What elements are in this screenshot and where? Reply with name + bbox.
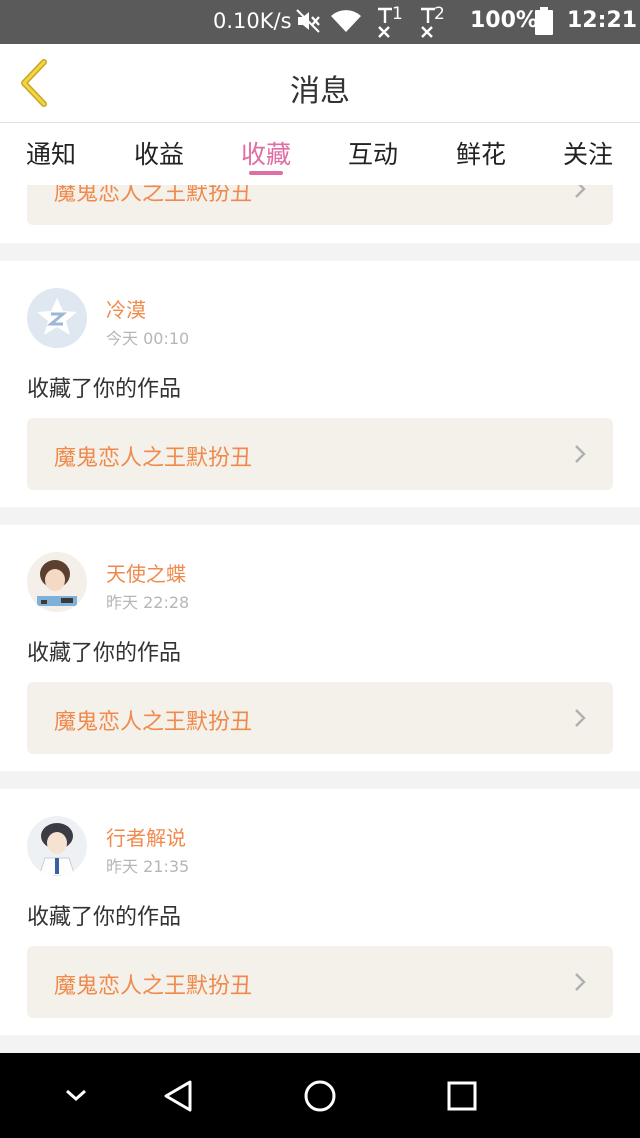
tab-flowers[interactable]: 鲜花 bbox=[436, 135, 526, 171]
work-link[interactable]: 魔鬼恋人之王默扮丑 bbox=[27, 418, 613, 490]
nav-home-icon[interactable] bbox=[302, 1078, 338, 1114]
avatar[interactable] bbox=[27, 816, 87, 876]
wifi-icon bbox=[331, 10, 361, 33]
work-title: 魔鬼恋人之王默扮丑 bbox=[54, 185, 253, 206]
avatar-image bbox=[27, 552, 87, 612]
battery-percent: 100% bbox=[470, 8, 538, 33]
work-link[interactable]: 魔鬼恋人之王默扮丑 bbox=[27, 185, 613, 225]
user-name[interactable]: 天使之蝶 bbox=[106, 558, 186, 587]
message-time: 今天 00:10 bbox=[106, 329, 190, 348]
avatar-image bbox=[27, 816, 87, 876]
message-card: 行者解说 昨天 21:35 收藏了你的作品 魔鬼恋人之王默扮丑 bbox=[0, 789, 640, 1035]
nav-collapse-icon[interactable] bbox=[64, 1087, 88, 1103]
message-text: 收藏了你的作品 bbox=[27, 905, 182, 930]
system-nav-bar bbox=[0, 1053, 640, 1138]
status-bar: 0.10K/s 1 2 100% 12:21 bbox=[0, 0, 640, 44]
message-card: 天使之蝶 昨天 22:28 收藏了你的作品 魔鬼恋人之王默扮丑 bbox=[0, 525, 640, 771]
nav-back-icon[interactable] bbox=[160, 1078, 196, 1114]
message-time: 昨天 21:35 bbox=[106, 857, 190, 876]
tab-follow[interactable]: 关注 bbox=[543, 135, 633, 171]
chevron-right-icon bbox=[575, 973, 586, 991]
tab-favorites[interactable]: 收藏 bbox=[221, 135, 311, 171]
nav-recents-icon[interactable] bbox=[446, 1080, 478, 1112]
mute-icon bbox=[296, 9, 320, 33]
message-card: 冷漠 今天 00:10 收藏了你的作品 魔鬼恋人之王默扮丑 bbox=[0, 261, 640, 507]
sim2-label: 2 bbox=[434, 4, 445, 24]
message-time: 昨天 22:28 bbox=[106, 593, 190, 612]
user-name[interactable]: 冷漠 bbox=[106, 294, 146, 323]
app-header: 消息 bbox=[0, 44, 640, 123]
tab-earnings[interactable]: 收益 bbox=[114, 135, 204, 171]
battery-icon bbox=[535, 7, 553, 35]
tab-interaction[interactable]: 互动 bbox=[328, 135, 418, 171]
net-speed: 0.10K/s bbox=[213, 9, 292, 33]
chevron-right-icon bbox=[575, 185, 586, 198]
default-avatar-icon bbox=[27, 288, 87, 348]
page-title: 消息 bbox=[290, 74, 350, 109]
active-tab-indicator bbox=[249, 171, 283, 175]
status-time: 12:21 bbox=[567, 8, 638, 33]
tab-bar: 通知 收益 收藏 互动 鲜花 关注 bbox=[0, 123, 640, 185]
message-text: 收藏了你的作品 bbox=[27, 377, 182, 402]
chevron-right-icon bbox=[575, 445, 586, 463]
tab-notice[interactable]: 通知 bbox=[6, 135, 96, 171]
user-name[interactable]: 行者解说 bbox=[106, 822, 186, 851]
avatar[interactable] bbox=[27, 552, 87, 612]
message-text: 收藏了你的作品 bbox=[27, 641, 182, 666]
message-card-partial: 魔鬼恋人之王默扮丑 bbox=[0, 185, 640, 243]
work-title: 魔鬼恋人之王默扮丑 bbox=[54, 710, 253, 735]
work-title: 魔鬼恋人之王默扮丑 bbox=[54, 446, 253, 471]
chevron-right-icon bbox=[575, 709, 586, 727]
sim1-label: 1 bbox=[392, 4, 403, 24]
work-link[interactable]: 魔鬼恋人之王默扮丑 bbox=[27, 946, 613, 1018]
avatar[interactable] bbox=[27, 288, 87, 348]
work-link[interactable]: 魔鬼恋人之王默扮丑 bbox=[27, 682, 613, 754]
work-title: 魔鬼恋人之王默扮丑 bbox=[54, 974, 253, 999]
